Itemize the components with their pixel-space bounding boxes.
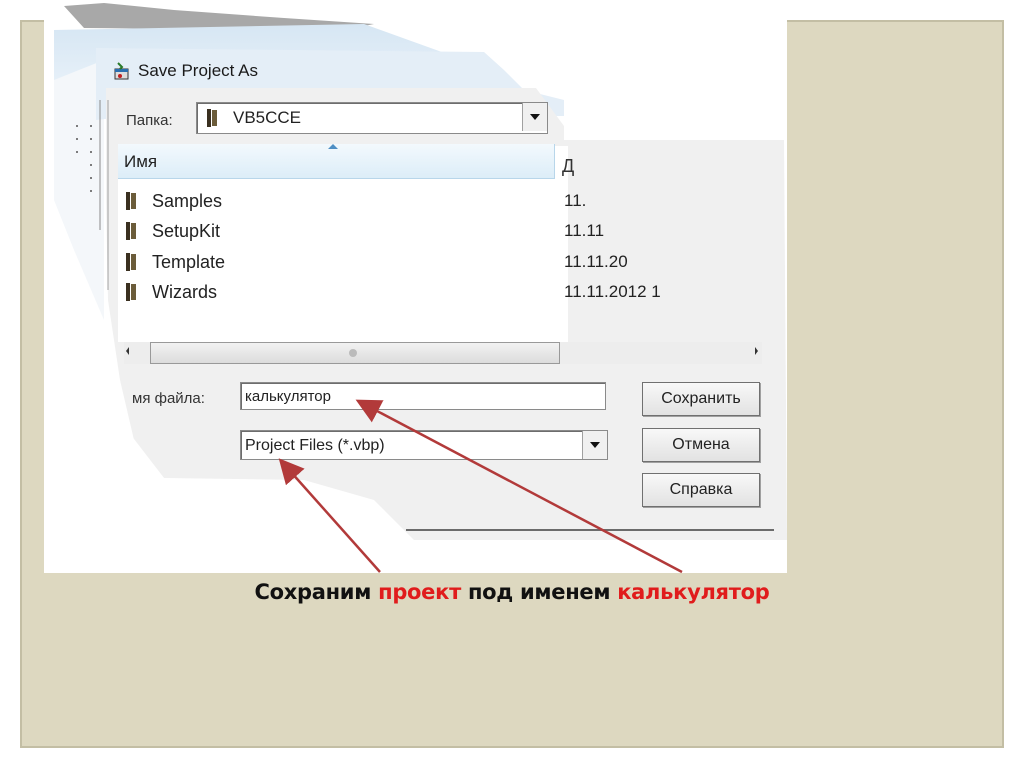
file-list-item[interactable]: Template (126, 249, 225, 275)
save-button[interactable]: Сохранить (642, 382, 760, 416)
column-header-name-label: Имя (124, 152, 158, 171)
column-header-name[interactable]: Имя (118, 144, 555, 179)
sort-ascending-icon (328, 144, 338, 149)
filetype-select-value: Project Files (*.vbp) (245, 437, 385, 454)
caption-highlight-filename: калькулятор (617, 580, 770, 604)
caption-highlight-project: проект (378, 580, 461, 604)
filename-input[interactable]: калькулятор (240, 382, 606, 410)
scrollbar-grip-icon (349, 349, 357, 357)
caption-text: Сохраним (254, 580, 379, 604)
file-list-item[interactable]: Wizards (126, 279, 217, 305)
scroll-right-icon[interactable] (755, 347, 758, 355)
file-date: 11.11 (564, 221, 605, 240)
file-date: 11.11.20 (564, 252, 628, 271)
file-name: Wizards (152, 281, 218, 302)
caption-text: под именем (460, 580, 618, 604)
folder-icon (126, 222, 136, 240)
cancel-button[interactable]: Отмена (642, 428, 760, 462)
chevron-down-icon (530, 114, 540, 120)
folder-icon (126, 283, 136, 301)
filetype-select[interactable]: Project Files (*.vbp) (240, 430, 608, 460)
slide-caption: Сохраним проект под именем калькулятор (0, 580, 1024, 604)
file-name: SetupKit (152, 220, 221, 241)
scroll-left-icon[interactable] (126, 347, 129, 355)
file-list-item[interactable]: Samples (126, 188, 222, 214)
file-date: 11.11.2012 1 (564, 282, 661, 301)
folder-select-value: VB5CCE (233, 108, 302, 127)
dialog-screenshot: Save Project As Папка: VB5CCE Имя Д Samp… (44, 0, 787, 573)
help-button[interactable]: Справка (642, 473, 760, 507)
folder-icon (207, 109, 217, 127)
file-name: Samples (152, 190, 223, 211)
folder-icon (126, 253, 136, 271)
folder-select[interactable]: VB5CCE (196, 102, 548, 134)
filetype-dropdown-button[interactable] (582, 431, 607, 459)
file-date: 11. (564, 191, 587, 210)
chevron-down-icon (590, 442, 600, 448)
folder-icon (126, 192, 136, 210)
folder-select-dropdown-button[interactable] (522, 103, 547, 131)
file-list-item[interactable]: SetupKit (126, 218, 220, 244)
filename-label: мя файла: (132, 390, 205, 407)
scrollbar-thumb[interactable] (150, 342, 560, 364)
folder-label: Папка: (126, 112, 173, 129)
file-name: Template (152, 251, 226, 272)
horizontal-scrollbar[interactable] (124, 342, 762, 364)
column-header-date[interactable]: Д (562, 156, 574, 177)
